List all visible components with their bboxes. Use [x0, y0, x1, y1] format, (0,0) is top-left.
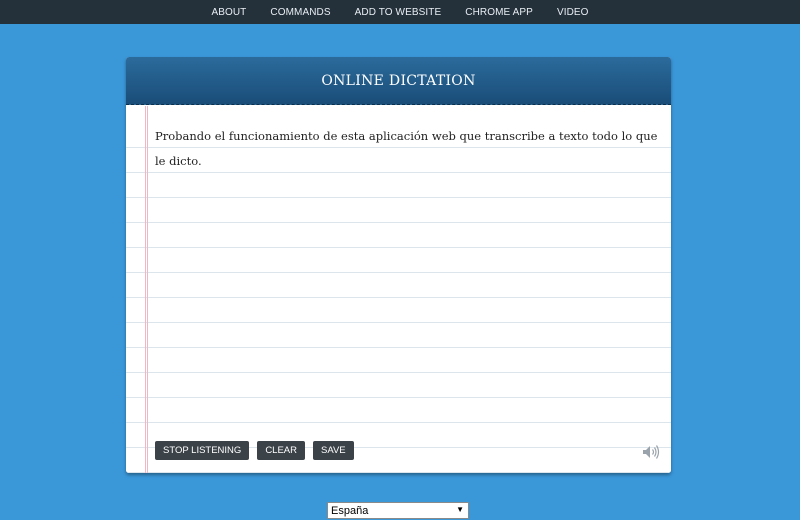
nav-chrome-app-link[interactable]: CHROME APP	[465, 7, 533, 18]
action-buttons: STOP LISTENING CLEAR SAVE	[155, 441, 354, 460]
dictation-text[interactable]: Probando el funcionamiento de esta aplic…	[155, 124, 663, 174]
stop-listening-button[interactable]: STOP LISTENING	[155, 441, 250, 460]
nav-add-to-website-link[interactable]: ADD TO WEBSITE	[355, 7, 442, 18]
notepad-margin-line	[145, 106, 148, 473]
nav-video-link[interactable]: VIDEO	[557, 7, 589, 18]
dictation-panel: ONLINE DICTATION Probando el funcionamie…	[126, 57, 671, 473]
top-nav: ABOUT COMMANDS ADD TO WEBSITE CHROME APP…	[0, 0, 800, 24]
speaker-icon[interactable]	[642, 444, 660, 460]
clear-button[interactable]: CLEAR	[257, 441, 305, 460]
panel-header: ONLINE DICTATION	[126, 57, 671, 105]
language-select[interactable]: España ▼	[327, 502, 469, 519]
panel-title: ONLINE DICTATION	[321, 72, 476, 89]
nav-commands-link[interactable]: COMMANDS	[270, 7, 330, 18]
save-button[interactable]: SAVE	[313, 441, 354, 460]
nav-about-link[interactable]: ABOUT	[211, 7, 246, 18]
chevron-down-icon: ▼	[456, 505, 464, 514]
language-selected-value: España	[331, 504, 369, 517]
